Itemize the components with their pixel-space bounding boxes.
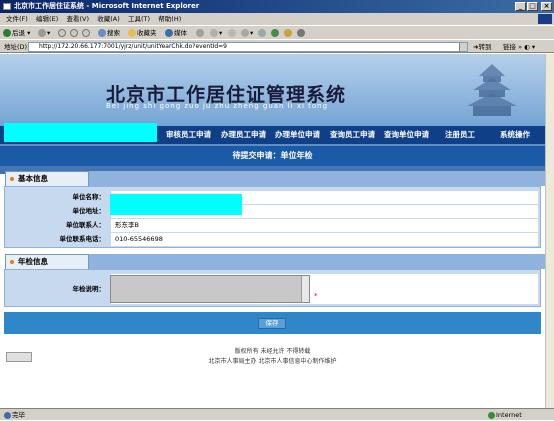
redacted-unit-info	[110, 194, 242, 215]
basic-info-tab: 基本信息	[5, 171, 89, 186]
history-button[interactable]	[196, 28, 205, 38]
footer-sponsor: 北京市人事局主办 北京市人事信息中心制作维护	[208, 358, 337, 365]
tool-icon	[297, 29, 305, 37]
media-button[interactable]: 媒体	[165, 28, 187, 38]
unit-name-row: 单位名称：	[9, 191, 538, 204]
print-button[interactable]	[228, 28, 237, 38]
address-label: 地址(D)	[4, 43, 28, 51]
refresh-button[interactable]	[70, 28, 79, 38]
mail-button[interactable]: ▾	[210, 28, 222, 38]
close-button[interactable]: ×	[541, 2, 552, 11]
contact-phone-label: 单位联系电话：	[9, 233, 109, 246]
messenger-button[interactable]	[271, 28, 280, 38]
annual-info-header: 年检信息	[0, 254, 545, 269]
window-title-bar: 北京市工作居住证系统 - Microsoft Internet Explorer…	[0, 0, 554, 13]
nav-query-employee[interactable]: 查询员工申请	[330, 126, 375, 144]
status-done: 完毕	[4, 409, 25, 421]
favorites-button[interactable]: 收藏夹	[128, 28, 157, 38]
discuss-icon	[258, 29, 266, 37]
bullet-icon	[10, 177, 14, 181]
research-button[interactable]	[284, 28, 293, 38]
menu-edit[interactable]: 编辑(E)	[36, 13, 58, 25]
home-icon	[82, 29, 90, 37]
standard-toolbar: 后退 ▾ ▾ 搜索 收藏夹 媒体 ▾ ▾	[0, 25, 554, 39]
annual-info-tab: 年检信息	[5, 254, 89, 269]
system-title-pinyin: Bei jing shi gong zuo ju zhu zheng guan …	[106, 102, 329, 110]
minimize-button[interactable]: _	[515, 2, 526, 11]
page-viewport: 北京市工作居住证管理系统 Bei jing shi gong zuo ju zh…	[0, 54, 545, 408]
status-bar: 完毕 Internet	[0, 408, 554, 420]
media-icon	[165, 29, 173, 37]
print-icon	[228, 29, 236, 37]
maximize-button[interactable]: □	[527, 2, 538, 11]
mail-icon	[210, 29, 218, 37]
stop-icon	[58, 29, 66, 37]
back-button[interactable]: 后退 ▾	[3, 28, 30, 38]
basic-info-header: 基本信息	[0, 171, 545, 186]
unit-address-label: 单位地址：	[9, 205, 109, 218]
section-divider	[89, 171, 545, 186]
vertical-scrollbar[interactable]	[545, 54, 554, 408]
favorites-star-icon	[128, 29, 136, 37]
nav-handle-unit[interactable]: 办理单位申请	[275, 126, 320, 144]
edit-icon	[241, 29, 249, 37]
home-button[interactable]	[82, 28, 91, 38]
ie-icon	[3, 3, 11, 10]
menu-view[interactable]: 查看(V)	[66, 13, 89, 25]
back-arrow-icon	[3, 29, 11, 37]
status-zone: Internet	[488, 409, 522, 421]
stop-button[interactable]	[58, 28, 67, 38]
discuss-button[interactable]	[258, 28, 267, 38]
nav-review-employee[interactable]: 审核员工申请	[166, 126, 211, 144]
nav-register-employee[interactable]: 注册员工	[445, 126, 475, 144]
nav-query-unit[interactable]: 查询单位申请	[384, 126, 429, 144]
menu-favorites[interactable]: 收藏(A)	[97, 13, 120, 25]
search-button[interactable]: 搜索	[98, 28, 120, 38]
page-title: 待提交申请：单位年检	[232, 151, 313, 160]
internet-zone-icon	[488, 411, 495, 419]
address-dropdown-icon[interactable]	[459, 43, 467, 51]
page-icon	[4, 411, 11, 419]
bullet-icon	[10, 260, 14, 264]
nav-system-ops[interactable]: 系统操作	[500, 126, 530, 144]
menu-file[interactable]: 文件(F)	[6, 13, 28, 25]
footer-copyright: 版权所有 未经允许 不得转载	[234, 348, 311, 355]
refresh-icon	[70, 29, 78, 37]
history-icon	[196, 29, 204, 37]
messenger-icon	[271, 29, 279, 37]
window-title: 北京市工作居住证系统 - Microsoft Internet Explorer	[14, 2, 200, 10]
search-icon	[98, 29, 106, 37]
links-button[interactable]: 链接 » ◐ ▾	[503, 42, 535, 52]
menu-tools[interactable]: 工具(T)	[128, 13, 150, 25]
forward-button[interactable]: ▾	[38, 28, 50, 38]
go-button[interactable]: ➜转到	[473, 42, 491, 52]
unit-name-label: 单位名称：	[9, 191, 109, 204]
address-bar: 地址(D) http://172.20.66.177:7001/yjrz/uni…	[0, 39, 554, 53]
nav-handle-employee[interactable]: 办理员工申请	[221, 126, 266, 144]
contact-phone-row: 单位联系电话： 010-65546698	[9, 233, 538, 246]
edit-button[interactable]: ▾	[241, 28, 253, 38]
required-marker: *	[314, 292, 318, 300]
save-button[interactable]: 保存	[258, 318, 286, 329]
forward-arrow-icon	[38, 29, 46, 37]
menu-bar: 文件(F) 编辑(E) 查看(V) 收藏(A) 工具(T) 帮助(H)	[0, 13, 554, 25]
annual-note-label: 年检说明：	[9, 274, 109, 304]
tool-button[interactable]	[297, 28, 306, 38]
menu-help[interactable]: 帮助(H)	[158, 13, 181, 25]
contact-phone-value: 010-65546698	[111, 233, 538, 246]
contact-person-row: 单位联系人： 形东李B	[9, 219, 538, 232]
research-icon	[284, 29, 292, 37]
contact-person-value: 形东李B	[111, 219, 538, 232]
annual-note-textarea[interactable]	[110, 275, 310, 303]
windows-logo-icon	[538, 14, 552, 24]
address-input[interactable]: http://172.20.66.177:7001/yjrz/unit/unit…	[28, 42, 468, 52]
basic-info-form: 单位名称： 单位地址： 单位联系人： 形东李B 单位联系电话： 010-6554…	[4, 186, 541, 248]
redacted-user-info	[4, 123, 157, 142]
textarea-scrollbar[interactable]	[301, 276, 309, 302]
unit-address-row: 单位地址：	[9, 205, 538, 218]
temple-of-heaven-image	[467, 64, 517, 116]
contact-person-label: 单位联系人：	[9, 219, 109, 232]
section-divider	[89, 254, 545, 269]
